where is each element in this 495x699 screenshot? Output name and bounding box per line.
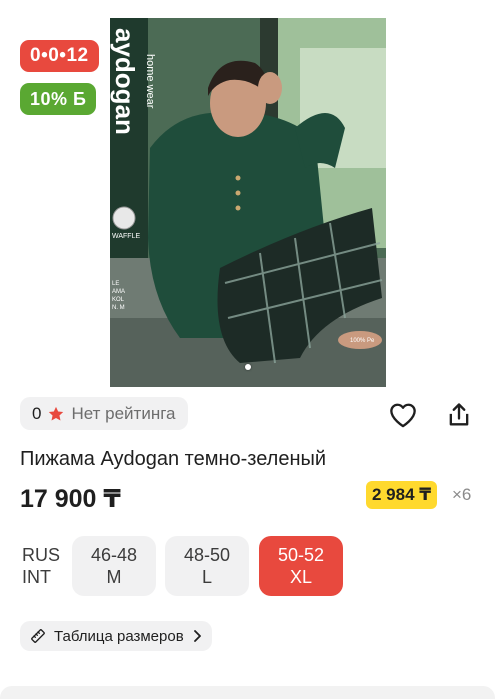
share-button[interactable] [444, 400, 474, 430]
size-rus-value: 50-52 [277, 545, 325, 565]
next-section-edge [0, 686, 495, 699]
chevron-right-icon [192, 629, 202, 643]
size-option-xl[interactable]: 50-52 XL [259, 536, 343, 596]
heart-icon [389, 402, 417, 428]
size-int-value: M [106, 567, 122, 587]
size-option-l[interactable]: 48-50 L [165, 536, 249, 596]
size-rus-value: 46-48 [90, 545, 138, 565]
image-brand-sub: home wear [144, 54, 156, 109]
installment-price-badge[interactable]: 2 984 ₸ [366, 481, 438, 509]
size-system-int: INT [22, 567, 51, 587]
size-table-label: Таблица размеров [54, 627, 184, 645]
product-price: 17 900 ₸ [20, 485, 121, 513]
product-title: Пижама Aydogan темно-зеленый [20, 448, 327, 470]
size-system-labels: RUS INT [22, 544, 60, 588]
size-table-link[interactable]: Таблица размеров [20, 621, 212, 651]
product-image[interactable]: aydogan home wear WAFFLE LE AMA KOL N. M… [110, 18, 386, 387]
discount-badge: 10% Б [20, 83, 97, 115]
share-icon [445, 401, 473, 429]
gallery-pager [240, 362, 256, 372]
rating-label: Нет рейтинга [71, 403, 176, 423]
favorite-button[interactable] [388, 400, 418, 430]
image-fabric-tag: WAFFLE [112, 233, 141, 240]
size-system-rus: RUS [22, 545, 61, 565]
size-rus-value: 48-50 [183, 545, 231, 565]
size-option-m[interactable]: 46-48 M [72, 536, 156, 596]
timer-badge: 0•0•12 [20, 40, 99, 72]
image-composition-badge: 100% Pe [350, 338, 375, 344]
installment-multiplier: ×6 [452, 485, 472, 504]
image-brand-text: aydogan [110, 28, 140, 135]
rating-pill[interactable]: 0 Нет рейтинга [20, 397, 188, 430]
star-icon [47, 405, 65, 423]
rating-count: 0 [32, 403, 42, 423]
gallery-dot-active[interactable] [245, 364, 251, 370]
ruler-icon [30, 628, 46, 644]
size-int-value: XL [289, 567, 313, 587]
size-int-value: L [201, 567, 212, 587]
image-label-lines: LE AMA KOL N. M [112, 281, 126, 311]
